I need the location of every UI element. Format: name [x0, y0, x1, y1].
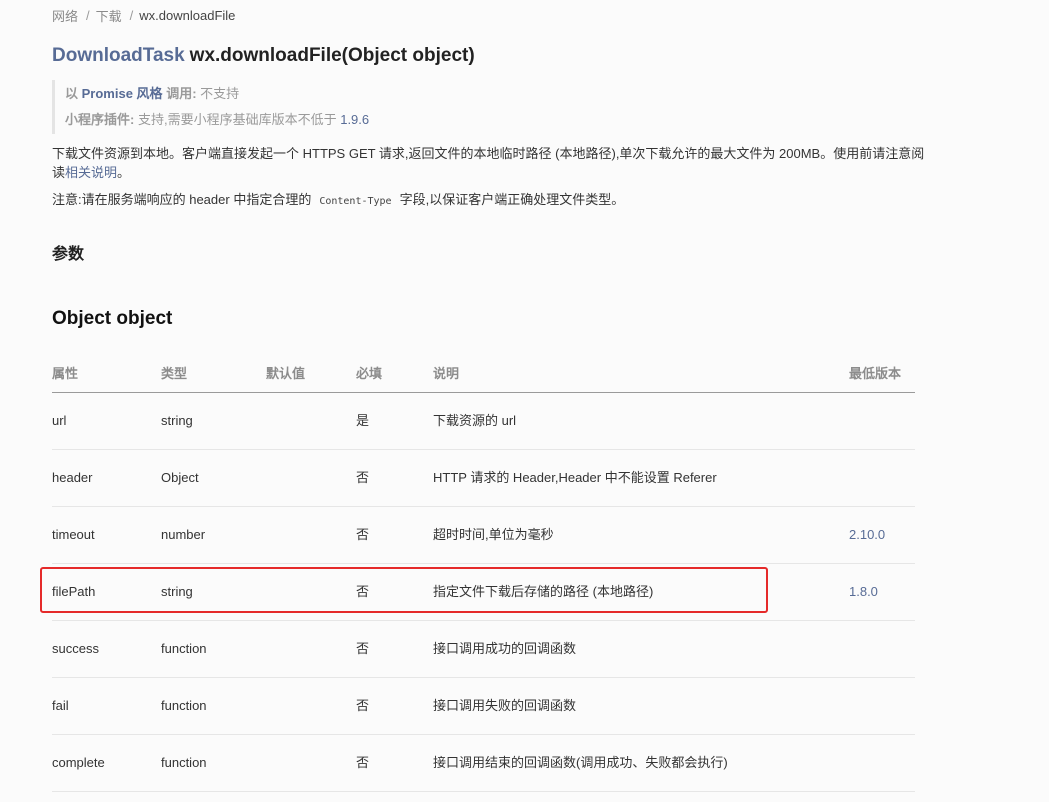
param-required: 否: [356, 470, 370, 485]
table-row: url string 是 下载资源的 url: [52, 393, 915, 450]
promise-support-line: 以 Promise 风格 调用: 不支持: [65, 85, 239, 103]
param-required: 否: [356, 755, 370, 770]
param-description: 接口调用成功的回调函数: [433, 641, 577, 656]
plugin-support-line: 小程序插件: 支持,需要小程序基础库版本不低于 1.9.6: [65, 111, 369, 129]
param-required: 否: [356, 698, 370, 713]
param-type: string: [161, 413, 193, 428]
breadcrumb-current: wx.downloadFile: [139, 7, 236, 23]
param-name: timeout: [52, 527, 95, 542]
promise-support-value: 不支持: [200, 86, 240, 101]
related-docs-link[interactable]: 相关说明: [65, 165, 117, 180]
param-type: number: [161, 527, 206, 542]
param-name: complete: [52, 755, 105, 770]
breadcrumb: 网络 / 下载 / wx.downloadFile: [52, 6, 235, 24]
column-header-description: 说明: [433, 366, 460, 381]
table-row: complete function 否 接口调用结束的回调函数(调用成功、失败都…: [52, 735, 915, 792]
param-type: Object: [161, 470, 199, 485]
plugin-label: 小程序插件:: [65, 112, 135, 127]
api-signature: wx.downloadFile(Object object): [189, 45, 475, 66]
param-type: string: [161, 584, 193, 599]
note-suffix: 字段,以保证客户端正确处理文件类型。: [399, 192, 625, 207]
param-description: 接口调用失败的回调函数: [433, 698, 577, 713]
breadcrumb-download[interactable]: 下载: [96, 6, 122, 25]
param-required: 否: [356, 584, 370, 599]
page-title: DownloadTask wx.downloadFile(Object objec…: [52, 42, 475, 70]
content-type-note: 注意:请在服务端响应的 header 中指定合理的 Content-Type 字段,…: [52, 190, 624, 211]
description-end: 。: [117, 165, 131, 180]
params-heading: 参数: [52, 246, 85, 263]
plugin-min-version-link[interactable]: 1.9.6: [340, 112, 369, 127]
param-name: fail: [52, 698, 69, 713]
param-name: filePath: [52, 584, 96, 599]
table-header: 属性 类型 默认值 必填 说明 最低版本: [52, 354, 915, 393]
plugin-support-value: 支持,需要小程序基础库版本不低于: [137, 112, 337, 127]
param-description: 接口调用结束的回调函数(调用成功、失败都会执行): [433, 755, 728, 770]
param-description: HTTP 请求的 Header,Header 中不能设置 Referer: [433, 470, 717, 485]
param-required: 否: [356, 527, 370, 542]
description-text: 下载文件资源到本地。客户端直接发起一个 HTTPS GET 请求,返回文件的本地…: [52, 146, 925, 180]
table-row: timeout number 否 超时时间,单位为毫秒 2.10.0: [52, 507, 915, 564]
return-type-link[interactable]: DownloadTask: [52, 45, 185, 66]
promise-style-link[interactable]: Promise 风格: [82, 86, 163, 101]
param-description: 下载资源的 url: [433, 413, 517, 428]
param-type: function: [161, 698, 207, 713]
column-header-type: 类型: [161, 366, 188, 381]
breadcrumb-network[interactable]: 网络: [52, 6, 78, 25]
param-min-version[interactable]: 2.10.0: [849, 526, 885, 544]
param-type: function: [161, 755, 207, 770]
column-header-min-version: 最低版本: [849, 366, 902, 381]
table-row: fail function 否 接口调用失败的回调函数: [52, 678, 915, 735]
promise-prefix: 以: [65, 86, 79, 101]
column-header-required: 必填: [356, 366, 383, 381]
breadcrumb-separator: /: [129, 7, 134, 23]
param-required: 否: [356, 641, 370, 656]
param-name: header: [52, 470, 93, 485]
table-row: header Object 否 HTTP 请求的 Header,Header 中…: [52, 450, 915, 507]
object-heading: Object object: [52, 308, 173, 329]
param-name: success: [52, 641, 99, 656]
param-type: function: [161, 641, 207, 656]
api-description: 下载文件资源到本地。客户端直接发起一个 HTTPS GET 请求,返回文件的本地…: [52, 144, 932, 182]
note-prefix: 注意:请在服务端响应的 header 中指定合理的: [52, 192, 312, 207]
table-row: success function 否 接口调用成功的回调函数: [52, 621, 915, 678]
param-required: 是: [356, 413, 370, 428]
promise-call-label: 调用:: [166, 86, 197, 101]
param-min-version[interactable]: 1.8.0: [849, 583, 878, 601]
param-description: 超时时间,单位为毫秒: [433, 527, 554, 542]
support-info: 以 Promise 风格 调用: 不支持 小程序插件: 支持,需要小程序基础库版…: [52, 80, 555, 134]
params-table: 属性 类型 默认值 必填 说明 最低版本 url string 是 下载资源的 …: [52, 354, 915, 792]
breadcrumb-separator: /: [86, 7, 90, 23]
param-description: 指定文件下载后存储的路径 (本地路径): [433, 584, 654, 599]
column-header-default: 默认值: [266, 366, 306, 381]
column-header-property: 属性: [52, 366, 79, 381]
table-row: filePath string 否 指定文件下载后存储的路径 (本地路径) 1.…: [52, 564, 915, 621]
param-name: url: [52, 413, 67, 428]
doc-page: 网络 / 下载 / wx.downloadFile DownloadTask wx…: [0, 0, 1049, 802]
content-type-code: Content-Type: [319, 196, 392, 207]
